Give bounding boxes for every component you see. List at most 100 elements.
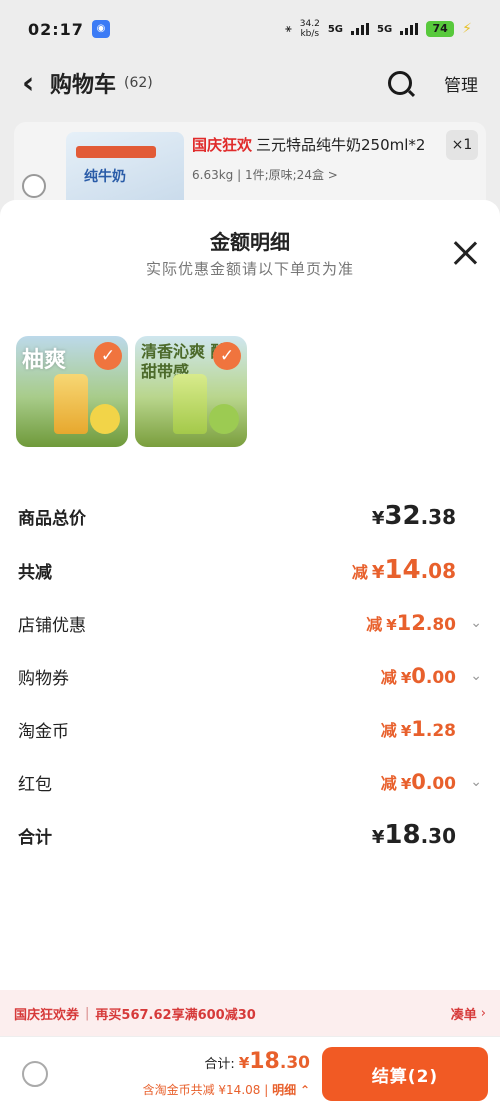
row-label: 合计 bbox=[18, 827, 52, 848]
row-label: 共减 bbox=[18, 562, 52, 583]
status-time: 02:17 bbox=[28, 19, 84, 39]
back-arrow-icon[interactable]: ‹ bbox=[22, 66, 50, 101]
fruit-image bbox=[90, 404, 120, 434]
discount-summary[interactable]: 含淘金币共减 ¥14.08 | 明细 ⌃ bbox=[143, 1081, 310, 1098]
sheet-subtitle: 实际优惠金额请以下单页为准 bbox=[145, 260, 354, 278]
cart-item[interactable]: 纯牛奶 国庆狂欢 三元特品纯牛奶250ml*2 6.63kg | 1件;原味;24… bbox=[14, 122, 486, 212]
amount-int: 0 bbox=[411, 664, 426, 688]
battery-level: 74 bbox=[426, 21, 455, 37]
row-item-total: 商品总价 ¥32.38 bbox=[0, 498, 500, 534]
item-quantity[interactable]: ×1 bbox=[446, 130, 478, 160]
row-grand-total: 合计 ¥18.30 bbox=[0, 817, 500, 853]
signal-label-2: 5G bbox=[376, 23, 393, 35]
thumb-brand: 纯牛奶 bbox=[84, 169, 126, 185]
net-speed-unit: kb/s bbox=[300, 29, 320, 39]
currency-symbol: ¥ bbox=[371, 827, 385, 848]
product-thumbnails: 柚爽 ✓ 清香沁爽 酸甜带感 ✓ bbox=[16, 336, 247, 447]
amount-dec: .28 bbox=[425, 721, 456, 741]
discount-text: 含淘金币共减 ¥14.08 bbox=[142, 1083, 261, 1097]
sheet-title: 金额明细 bbox=[210, 230, 290, 254]
currency-symbol: ¥ bbox=[400, 669, 412, 687]
promo-divider: | bbox=[85, 1005, 90, 1021]
amount-dec: .08 bbox=[420, 559, 456, 583]
select-all-checkbox[interactable] bbox=[22, 1061, 48, 1087]
row-label: 购物券 bbox=[18, 668, 69, 689]
amount-int: 12 bbox=[396, 611, 426, 635]
amount-int: 32 bbox=[384, 501, 421, 531]
currency-symbol: ¥ bbox=[400, 722, 412, 740]
item-promo-tag: 国庆狂欢 bbox=[192, 136, 253, 154]
checkout-button[interactable]: 结算(2) bbox=[322, 1047, 488, 1101]
row-red-packet[interactable]: 红包 减 ¥0.00 ⌄ bbox=[0, 764, 500, 800]
currency-symbol: ¥ bbox=[386, 616, 397, 634]
total-label: 合计: bbox=[204, 1057, 235, 1072]
amount-dec: .00 bbox=[425, 668, 456, 688]
add-on-link[interactable]: 凑单 bbox=[451, 1004, 477, 1023]
bottle-image bbox=[54, 374, 88, 434]
product-thumbnail[interactable]: 清香沁爽 酸甜带感 ✓ bbox=[135, 336, 247, 447]
close-icon[interactable] bbox=[450, 238, 480, 268]
amount-dec: .38 bbox=[420, 505, 456, 529]
row-label: 店铺优惠 bbox=[18, 615, 86, 636]
chevron-down-icon[interactable]: ⌄ bbox=[462, 615, 482, 631]
promo-text: 再买567.62享满600减30 bbox=[95, 1007, 256, 1023]
amount-int: 18 bbox=[384, 820, 421, 850]
checkout-bar: 合计: ¥18.30 含淘金币共减 ¥14.08 | 明细 ⌃ 结算(2) bbox=[0, 1036, 500, 1111]
net-speed: 34.2 kb/s bbox=[300, 19, 320, 39]
row-value: 减 ¥0.00 bbox=[381, 664, 456, 688]
product-thumbnail[interactable]: 柚爽 ✓ bbox=[16, 336, 128, 447]
chevron-up-icon[interactable]: ⌃ bbox=[300, 1083, 310, 1097]
item-checkbox[interactable] bbox=[22, 174, 46, 198]
row-shop-discount[interactable]: 店铺优惠 减 ¥12.80 ⌄ bbox=[0, 605, 500, 641]
total-line: 合计: ¥18.30 bbox=[204, 1049, 310, 1074]
row-label: 红包 bbox=[18, 774, 52, 795]
promo-bar[interactable]: 国庆狂欢券 | 再买567.62享满600减30 凑单 › bbox=[0, 990, 500, 1036]
signal-bars-icon bbox=[400, 23, 419, 35]
total-dec: .30 bbox=[279, 1053, 310, 1073]
amount-int: 0 bbox=[411, 770, 426, 794]
item-spec[interactable]: 6.63kg | 1件;原味;24盒 > bbox=[192, 166, 338, 183]
status-indicators: ⚹ 34.2 kb/s 5G 5G 74 ⚡ bbox=[285, 19, 472, 39]
chevron-down-icon[interactable]: ⌄ bbox=[462, 774, 482, 790]
discount-prefix: 减 bbox=[380, 668, 397, 687]
chevron-down-icon[interactable]: ⌄ bbox=[462, 668, 482, 684]
row-value: 减 ¥12.80 bbox=[366, 611, 456, 635]
price-detail-sheet: 金额明细 实际优惠金额请以下单页为准 柚爽 ✓ 清香沁爽 酸甜带感 ✓ 商品总价… bbox=[0, 200, 500, 990]
bluetooth-icon: ⚹ bbox=[285, 22, 292, 35]
manage-button[interactable]: 管理 bbox=[444, 71, 478, 96]
check-icon: ✓ bbox=[94, 342, 122, 370]
chevron-right-icon[interactable]: › bbox=[481, 1006, 486, 1021]
item-title[interactable]: 国庆狂欢 三元特品纯牛奶250ml*2 bbox=[192, 134, 452, 155]
cart-count: (62) bbox=[124, 75, 153, 91]
signal-bars-icon bbox=[350, 23, 369, 35]
search-icon[interactable] bbox=[388, 71, 412, 95]
row-value: 减 ¥0.00 bbox=[381, 770, 456, 794]
discount-prefix: 减 bbox=[366, 615, 383, 634]
promo-tag: 国庆狂欢券 bbox=[14, 1007, 80, 1023]
detail-toggle[interactable]: 明细 bbox=[272, 1083, 296, 1097]
row-label: 淘金币 bbox=[18, 721, 69, 742]
amount-int: 14 bbox=[384, 555, 421, 585]
row-value: 减 ¥1.28 bbox=[381, 717, 456, 741]
bottle-image bbox=[173, 374, 207, 434]
amount-dec: .30 bbox=[420, 824, 456, 848]
currency-symbol: ¥ bbox=[371, 508, 385, 529]
row-taojinbi: 淘金币 减 ¥1.28 bbox=[0, 711, 500, 747]
nfc-icon: ◉ bbox=[91, 20, 110, 38]
item-title-text: 三元特品纯牛奶250ml*2 bbox=[256, 136, 426, 154]
page-title: 购物车 bbox=[50, 73, 117, 98]
row-total-discount: 共减 减 ¥14.08 bbox=[0, 552, 500, 588]
row-value: ¥32.38 bbox=[372, 501, 456, 531]
row-value: 减 ¥14.08 bbox=[352, 555, 456, 585]
total-int: 18 bbox=[249, 1049, 280, 1074]
cart-header: ‹ 购物车 (62) 管理 bbox=[0, 58, 500, 108]
row-value: ¥18.30 bbox=[372, 820, 456, 850]
currency-symbol: ¥ bbox=[238, 1054, 250, 1072]
charging-icon: ⚡ bbox=[462, 21, 472, 37]
row-label: 商品总价 bbox=[18, 508, 86, 529]
amount-dec: .80 bbox=[425, 615, 456, 635]
discount-prefix: 减 bbox=[380, 721, 397, 740]
row-shopping-voucher[interactable]: 购物券 减 ¥0.00 ⌄ bbox=[0, 658, 500, 694]
currency-symbol: ¥ bbox=[371, 562, 385, 583]
status-bar: 02:17 ◉ ⚹ 34.2 kb/s 5G 5G 74 ⚡ bbox=[0, 0, 500, 58]
